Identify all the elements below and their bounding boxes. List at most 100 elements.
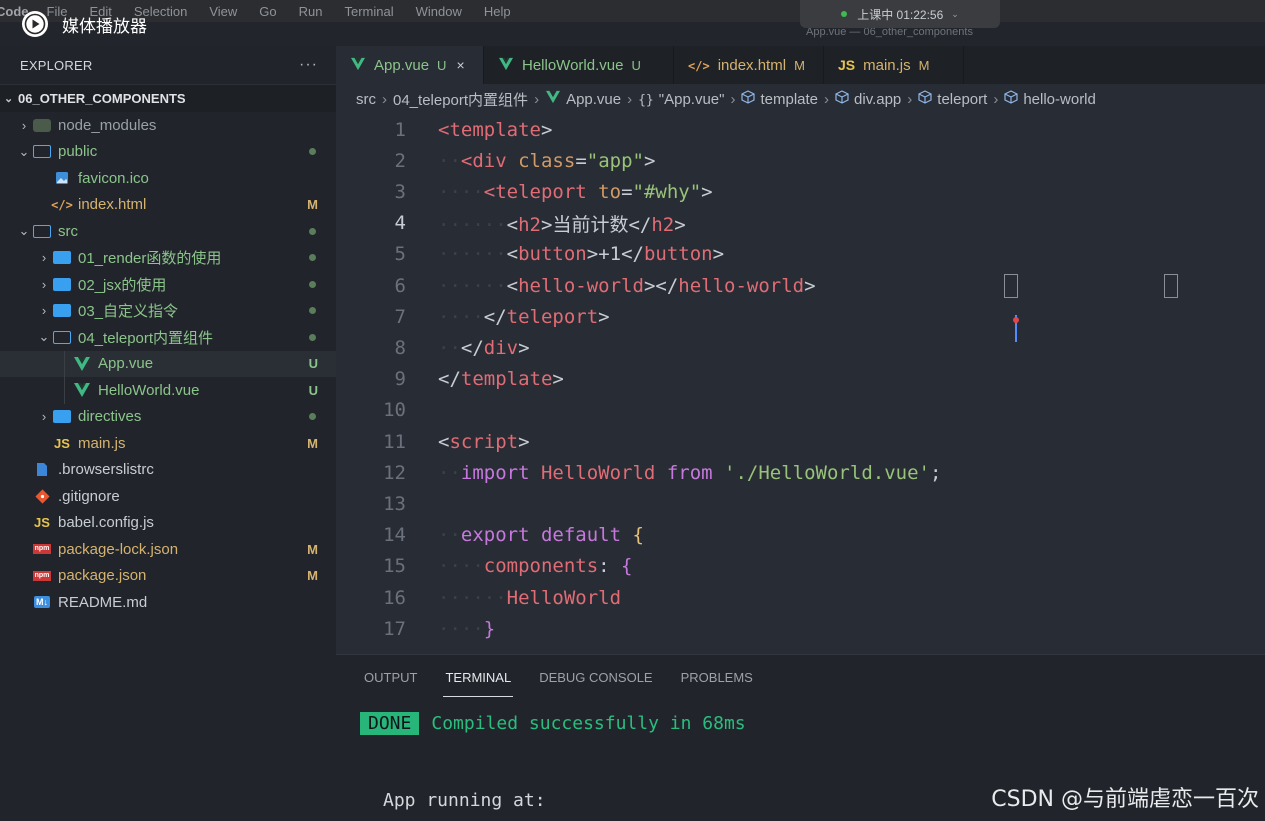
breadcrumb-item[interactable]: template [760, 91, 818, 108]
compiled-message: Compiled successfully in 68ms [431, 713, 746, 734]
code-token: div [483, 336, 519, 359]
bracket-match-highlight [1004, 274, 1018, 298]
menu-help[interactable]: Help [484, 4, 511, 19]
editor-tabs: App.vue U × HelloWorld.vue U </> index.html M JS… [336, 46, 1265, 84]
code-line: 2 ··<div class="app"> [336, 145, 1265, 176]
folder-open-icon [32, 223, 52, 239]
more-actions-icon[interactable]: ··· [299, 56, 318, 74]
tree-item-label: App.vue [98, 355, 154, 373]
tree-item-label: HelloWorld.vue [98, 381, 200, 399]
tree-item[interactable]: › 02_jsx的使用 [0, 271, 336, 298]
panel-tab-terminal[interactable]: TERMINAL [443, 655, 513, 699]
tree-item[interactable]: npm package.json M [0, 563, 336, 590]
breadcrumb-item[interactable]: teleport [937, 91, 987, 108]
code-text: ····} [438, 618, 495, 640]
tree-item[interactable]: JS main.js M [0, 430, 336, 457]
panel-tab-output[interactable]: OUTPUT [364, 655, 417, 699]
code-token: > [712, 243, 725, 266]
tree-item[interactable]: › 01_render函数的使用 [0, 245, 336, 272]
code-text: <script> [438, 431, 530, 453]
tree-item[interactable]: ⌄ src [0, 218, 336, 245]
chevron-right-icon: › [41, 250, 47, 266]
tree-item-label: 04_teleport内置组件 [78, 329, 214, 347]
breadcrumb-item[interactable]: App.vue [566, 91, 621, 108]
tree-item[interactable]: ⌄ 04_teleport内置组件 [0, 324, 336, 351]
git-change-dot-icon [309, 307, 316, 315]
tree-item[interactable]: ⌄ public [0, 139, 336, 166]
indent-whitespace: ···· [438, 555, 484, 578]
tree-item-label: directives [78, 408, 142, 426]
menu-go[interactable]: Go [259, 4, 276, 19]
git-change-dot-icon [309, 280, 316, 288]
menu-view[interactable]: View [209, 4, 237, 19]
tree-item[interactable]: .gitignore [0, 483, 336, 510]
indent-guide [64, 350, 65, 404]
tab-git-status: U [631, 57, 641, 73]
tab-index-html[interactable]: </> index.html M [674, 46, 824, 84]
tree-item[interactable]: App.vue U [0, 350, 336, 377]
code-token: > [804, 274, 816, 297]
markdown-icon: M↓ [34, 596, 50, 609]
braces-icon: {} [638, 92, 654, 108]
breadcrumb-item[interactable]: 04_teleport内置组件 [393, 89, 528, 110]
project-root[interactable]: ⌄ 06_OTHER_COMPONENTS [0, 84, 336, 112]
breadcrumb-item[interactable]: "App.vue" [659, 91, 725, 108]
code-token: template [460, 368, 553, 391]
breadcrumb-item[interactable]: div.app [854, 91, 901, 108]
tab-app-vue[interactable]: App.vue U × [336, 46, 484, 84]
tab-git-status: M [794, 57, 805, 73]
code-token: </ [483, 305, 507, 328]
breadcrumb-item[interactable]: src [356, 91, 376, 108]
code-editor[interactable]: 1 <template> 2 ··<div class="app"> 3 ····<tel… [336, 114, 1265, 654]
play-icon[interactable] [22, 11, 48, 37]
code-token: } [483, 617, 496, 640]
indent-whitespace: ···· [438, 617, 484, 640]
code-line: 1 <template> [336, 114, 1265, 145]
code-line: 8 ··</div> [336, 332, 1265, 363]
tab-helloworld-vue[interactable]: HelloWorld.vue U [484, 46, 674, 84]
chevron-right-icon: › [907, 90, 913, 108]
tree-item[interactable]: npm package-lock.json M [0, 536, 336, 563]
class-timer[interactable]: 上课中 01:22:56 ⌄ [800, 0, 1000, 28]
tree-item[interactable]: favicon.ico [0, 165, 336, 192]
code-line: 5 ······<button>+1</button> [336, 239, 1265, 270]
menu-window[interactable]: Window [416, 4, 462, 19]
tree-item-label: src [58, 222, 78, 240]
element-icon [741, 90, 756, 108]
tree-item[interactable]: HelloWorld.vue U [0, 377, 336, 404]
chevron-right-icon: › [824, 90, 830, 108]
indent-whitespace: ·· [438, 524, 461, 547]
media-player-overlay: 媒体播放器 [22, 11, 147, 37]
panel-tab-debug-console[interactable]: DEBUG CONSOLE [539, 655, 652, 699]
explorer-sidebar: EXPLORER ··· ⌄ 06_OTHER_COMPONENTS › node… [0, 46, 336, 821]
code-token: </ [628, 213, 652, 236]
tree-item[interactable]: .browserslistrc [0, 457, 336, 484]
tab-label: main.js [863, 56, 911, 74]
menu-run[interactable]: Run [299, 4, 323, 19]
close-icon[interactable]: × [456, 57, 464, 73]
code-token: { [621, 555, 633, 578]
tree-item[interactable]: M↓ README.md [0, 589, 336, 616]
indent-whitespace: ······ [438, 213, 507, 236]
git-status-badge: M [307, 568, 318, 584]
tree-item[interactable]: </> index.html M [0, 192, 336, 219]
tree-item[interactable]: › directives [0, 404, 336, 431]
code-token: < [506, 213, 519, 236]
tree-item[interactable]: › 03_自定义指令 [0, 298, 336, 325]
git-change-dot-icon [309, 227, 316, 235]
code-token: default [540, 524, 622, 547]
tree-item[interactable]: › node_modules [0, 112, 336, 139]
class-timer-label: 上课中 01:22:56 [857, 7, 944, 22]
menu-terminal[interactable]: Terminal [345, 4, 394, 19]
tree-item[interactable]: JS babel.config.js [0, 510, 336, 537]
code-token: > [552, 368, 564, 391]
breadcrumb-item[interactable]: hello-world [1023, 91, 1096, 108]
code-token: : [598, 555, 622, 578]
panel-tab-problems[interactable]: PROBLEMS [681, 655, 753, 699]
code-token: > [540, 118, 553, 141]
element-icon [1004, 90, 1018, 108]
tab-main-js[interactable]: JS main.js M [824, 46, 964, 84]
